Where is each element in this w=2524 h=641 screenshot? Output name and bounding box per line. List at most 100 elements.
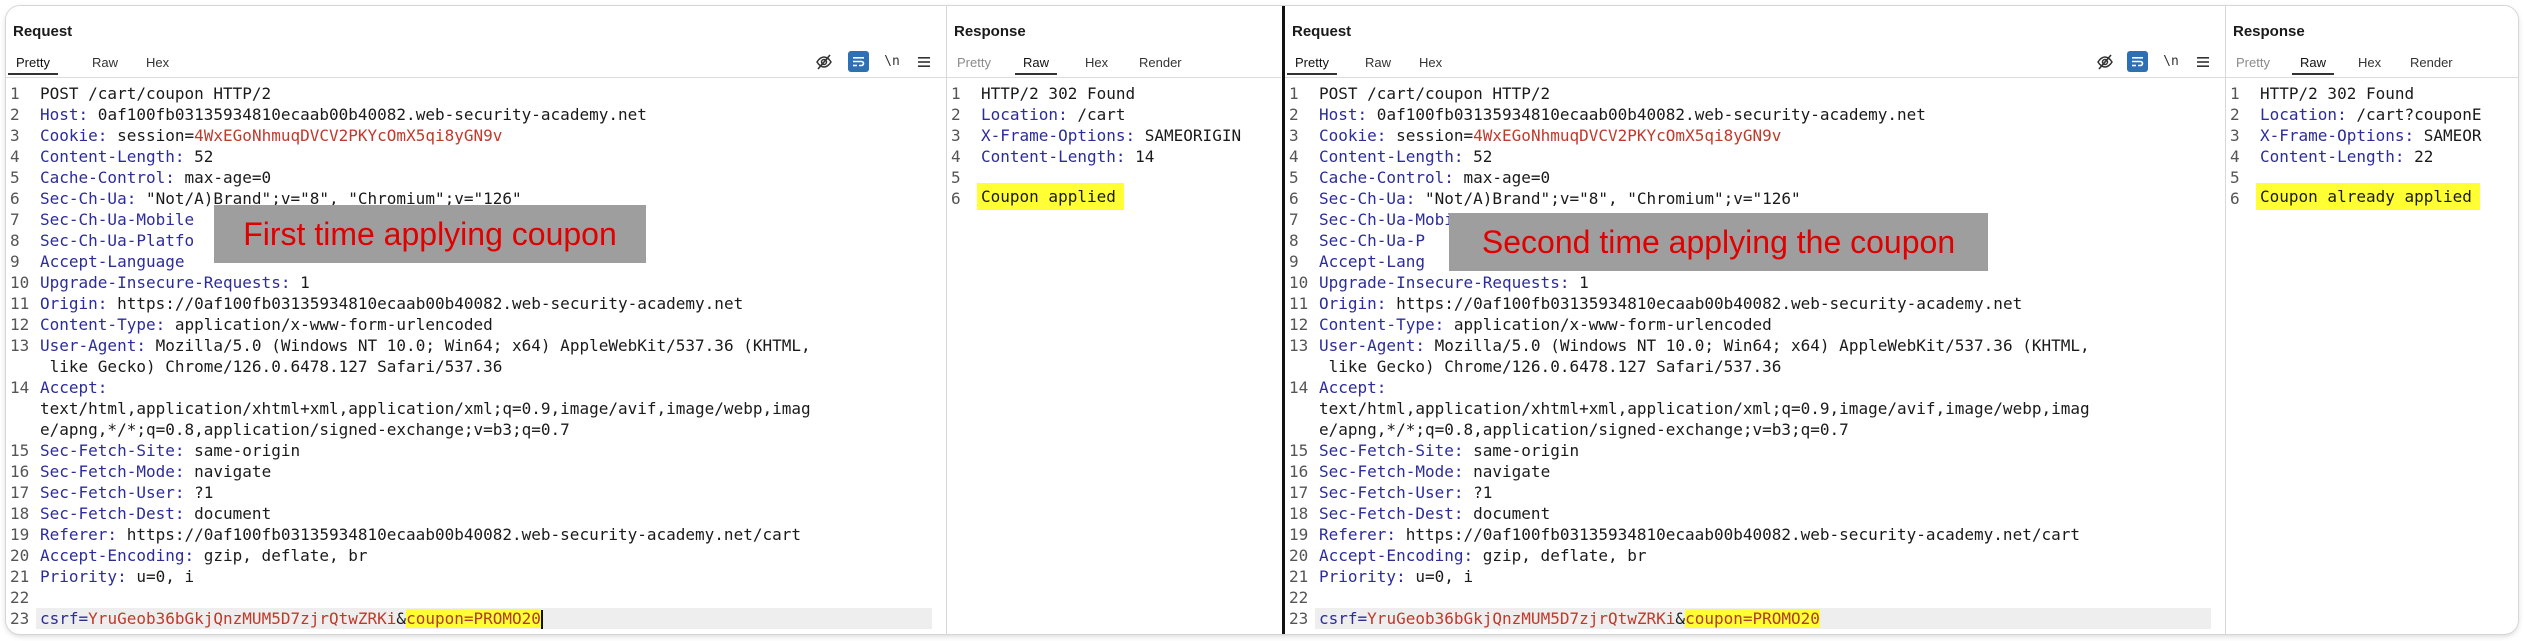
code-line: Accept-Encoding: gzip, deflate, br <box>1319 545 1647 566</box>
line-number: 5 <box>951 168 961 187</box>
header-value: application/x-www-form-urlencoded <box>165 315 493 334</box>
line-number: 1 <box>951 84 961 103</box>
hamburger-menu-icon[interactable] <box>912 50 936 74</box>
code-line: Accept: <box>40 377 107 398</box>
tab-hex[interactable]: Hex <box>1411 51 1450 75</box>
tab-raw[interactable]: Raw <box>2292 51 2335 75</box>
header-name: Origin: <box>1319 294 1387 313</box>
code-line: Sec-Fetch-Mode: navigate <box>1319 461 1550 482</box>
line-number: 15 <box>10 441 30 460</box>
tab-hex[interactable]: Hex <box>2350 51 2389 75</box>
line-number: 6 <box>951 189 961 208</box>
response-body-line: Coupon applied <box>977 183 1124 210</box>
header-name: Content-Length: <box>2260 147 2405 166</box>
line-number: 1 <box>1289 84 1299 103</box>
header-name: Host: <box>1319 105 1368 124</box>
header-value: 52 <box>184 147 214 166</box>
tab-pretty[interactable]: Pretty <box>949 51 999 75</box>
response-viewer[interactable]: 1 HTTP/2 302 Found 2 Location: /cart?coupon… <box>2226 79 2518 634</box>
header-value: max-age=0 <box>1453 168 1551 187</box>
code-line: Referer: https://0af100fb03135934810ecaa… <box>40 524 801 545</box>
code-line: Accept-Encoding: gzip, deflate, br <box>40 545 368 566</box>
response-panel-second: Response Pretty Raw Hex Render 1 HTTP/2 3… <box>2226 6 2518 634</box>
tab-render[interactable]: Render <box>1131 51 1190 75</box>
text-wrap-icon[interactable] <box>848 51 869 72</box>
code-line: Host: 0af100fb03135934810ecaab00b40082.w… <box>40 104 647 125</box>
line-number: 1 <box>2230 84 2240 103</box>
request-panel-second: Request Pretty Raw Hex \n 1 POST /cart/co… <box>1285 6 2225 634</box>
tab-raw[interactable]: Raw <box>1015 51 1058 75</box>
panel-title: Response <box>954 23 1026 40</box>
header-name: Location: <box>981 105 1068 124</box>
line-number: 20 <box>1289 546 1309 565</box>
header-value: SAMEOR <box>2414 126 2482 145</box>
eye-off-icon[interactable] <box>2093 50 2117 74</box>
separator <box>2226 77 2518 78</box>
code-line: Upgrade-Insecure-Requests: 1 <box>40 272 310 293</box>
tab-raw[interactable]: Raw <box>84 51 126 75</box>
code-line: Accept-Language <box>40 251 185 272</box>
header-value: same-origin <box>184 441 301 460</box>
header-name: Sec-Fetch-Mode: <box>1319 462 1464 481</box>
text-wrap-icon[interactable] <box>2127 51 2148 72</box>
request-body-line: csrf=YruGeob36bGkjQnzMUM5D7zjrQtwZRKi&co… <box>40 608 543 629</box>
header-value: text/html,application/xhtml+xml,applicat… <box>40 399 811 418</box>
code-line: Sec-Ch-Ua-P <box>1319 230 1425 251</box>
code-line: HTTP/2 302 Found <box>2260 83 2414 104</box>
tab-raw[interactable]: Raw <box>1357 51 1399 75</box>
code-line: Cookie: session=4WxEGoNhmuqDVCV2PKYcOmX5… <box>1319 125 1781 146</box>
header-value: 22 <box>2404 147 2434 166</box>
header-name: Sec-Ch-Ua-Platfo <box>40 231 195 250</box>
header-value: same-origin <box>1463 441 1580 460</box>
newline-toggle[interactable]: \n <box>880 50 904 74</box>
code-line: Content-Type: application/x-www-form-url… <box>1319 314 1772 335</box>
header-name: Sec-Fetch-User: <box>40 483 185 502</box>
code-line: Location: /cart?couponE <box>2260 104 2482 125</box>
panel-title: Request <box>13 23 73 40</box>
line-number: 20 <box>10 546 30 565</box>
tab-hex[interactable]: Hex <box>1077 51 1116 75</box>
code-line: Sec-Fetch-Site: same-origin <box>1319 440 1579 461</box>
line-number <box>6 419 40 440</box>
line-number: 3 <box>951 126 961 145</box>
separator <box>1285 77 2225 78</box>
line-number: 14 <box>10 378 30 397</box>
code-line: Sec-Fetch-Mode: navigate <box>40 461 271 482</box>
header-value: /cart <box>1067 105 1126 124</box>
code-line: Sec-Ch-Ua: "Not/A)Brand";v="8", "Chromiu… <box>1319 188 1801 209</box>
code-line: POST /cart/coupon HTTP/2 <box>1319 83 1550 104</box>
tab-pretty[interactable]: Pretty <box>2228 51 2278 75</box>
header-name: Upgrade-Insecure-Requests: <box>40 273 291 292</box>
header-value: Mozilla/5.0 (Windows NT 10.0; Win64; x64… <box>1424 336 2090 355</box>
line-number: 5 <box>10 168 20 187</box>
hamburger-menu-icon[interactable] <box>2191 50 2215 74</box>
newline-toggle[interactable]: \n <box>2159 50 2183 74</box>
header-name: Sec-Fetch-Dest: <box>40 504 185 523</box>
request-editor[interactable]: 1 POST /cart/coupon HTTP/2 2 Host: 0af100fb… <box>1285 79 2225 634</box>
header-value: https://0af100fb03135934810ecaab00b40082… <box>117 525 801 544</box>
tab-pretty[interactable]: Pretty <box>1287 51 1337 75</box>
request-editor[interactable]: 1 POST /cart/coupon HTTP/2 2 Host: 0af100fb… <box>6 79 946 634</box>
tab-hex[interactable]: Hex <box>138 51 177 75</box>
line-number: 4 <box>10 147 20 166</box>
line-number: 18 <box>10 504 30 523</box>
code-line: X-Frame-Options: SAMEOR <box>2260 125 2482 146</box>
eye-off-icon[interactable] <box>812 50 836 74</box>
code-line: Accept: <box>1319 377 1386 398</box>
code-line: X-Frame-Options: SAMEORIGIN <box>981 125 1241 146</box>
response-viewer[interactable]: 1 HTTP/2 302 Found 2 Location: /cart 3 X-Fram… <box>947 79 1281 634</box>
header-value: like Gecko) Chrome/126.0.6478.127 Safari… <box>1319 357 1782 376</box>
line-number: 1 <box>10 84 20 103</box>
header-value: SAMEORIGIN <box>1135 126 1242 145</box>
code-line: Content-Type: application/x-www-form-url… <box>40 314 493 335</box>
annotation-second-time: Second time applying the coupon <box>1449 213 1988 271</box>
code-line: Priority: u=0, i <box>40 566 194 587</box>
tab-render[interactable]: Render <box>2402 51 2461 75</box>
code-line: like Gecko) Chrome/126.0.6478.127 Safari… <box>40 356 503 377</box>
header-value: 52 <box>1463 147 1493 166</box>
line-number: 3 <box>1289 126 1299 145</box>
header-name: Cache-Control: <box>40 168 175 187</box>
header-value: HTTP/2 302 Found <box>2260 84 2415 103</box>
line-number: 14 <box>1289 378 1309 397</box>
tab-pretty[interactable]: Pretty <box>8 51 58 75</box>
